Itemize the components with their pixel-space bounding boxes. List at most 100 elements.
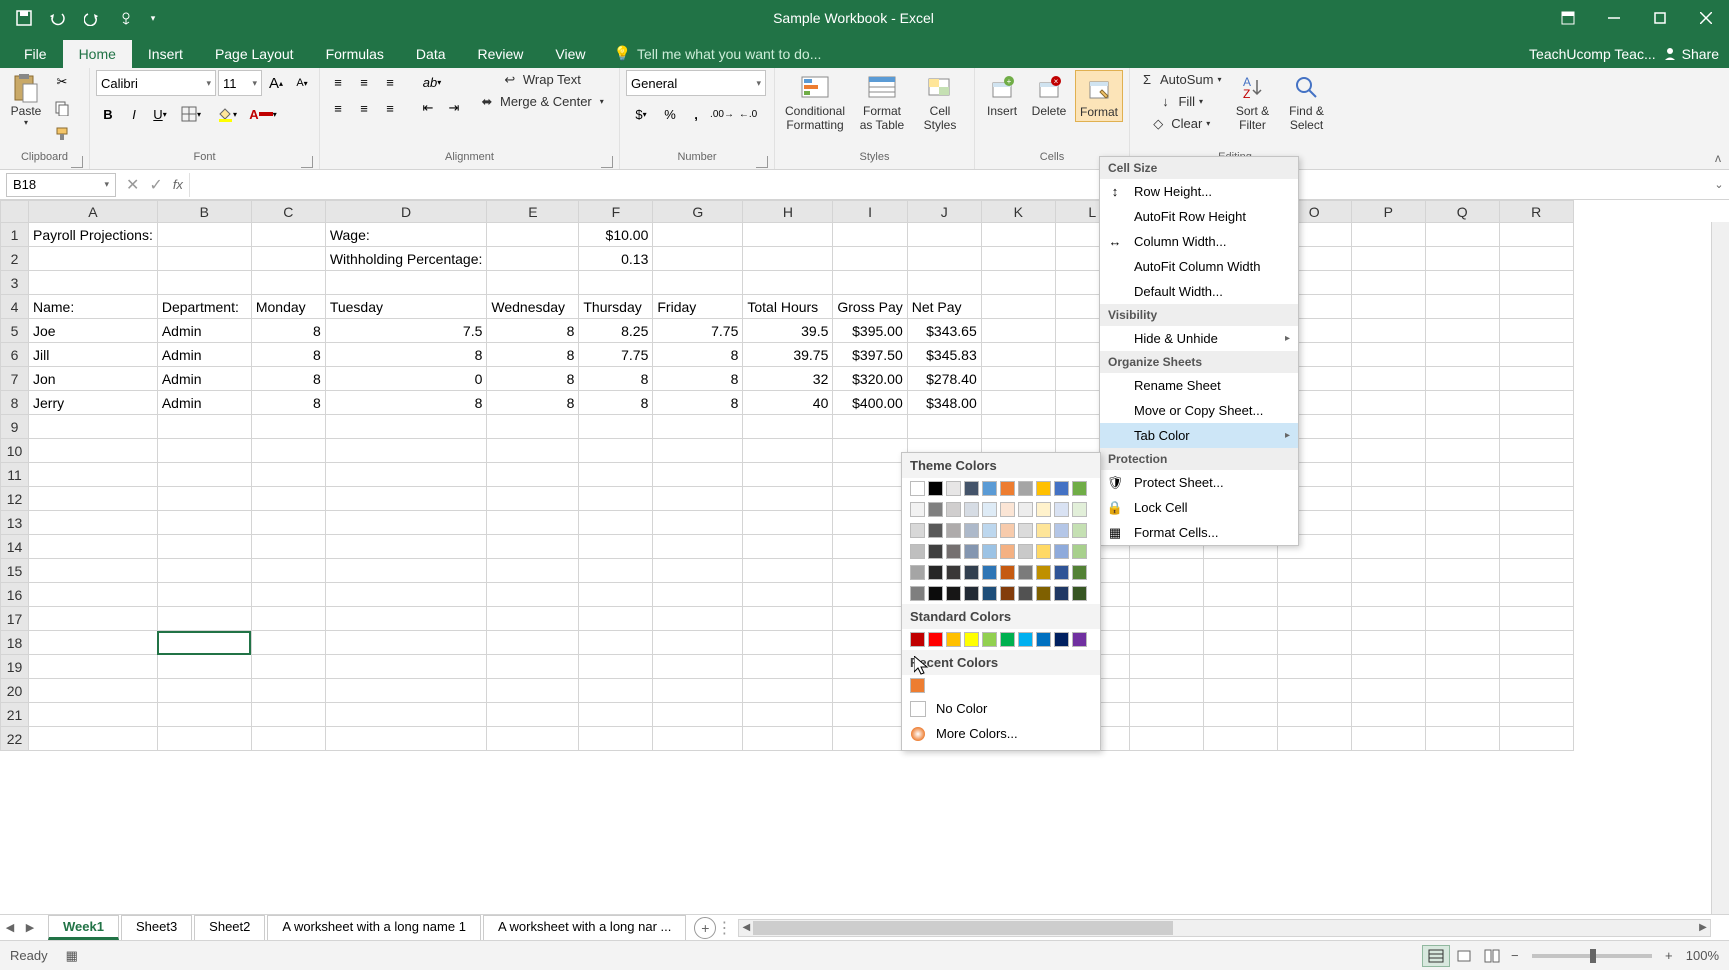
- cell[interactable]: [29, 703, 158, 727]
- color-swatch[interactable]: [910, 523, 925, 538]
- cell[interactable]: [157, 703, 251, 727]
- cell[interactable]: [833, 463, 907, 487]
- cell[interactable]: [487, 223, 579, 247]
- cell[interactable]: [653, 583, 743, 607]
- cell[interactable]: [325, 463, 487, 487]
- cell[interactable]: [1351, 487, 1425, 511]
- cell[interactable]: [1425, 367, 1499, 391]
- increase-indent-button[interactable]: ⇥: [442, 96, 466, 120]
- autosum-button[interactable]: ΣAutoSum▾: [1136, 70, 1224, 90]
- cell[interactable]: $348.00: [907, 391, 981, 415]
- cell[interactable]: 39.75: [743, 343, 833, 367]
- color-swatch[interactable]: [910, 678, 925, 693]
- cell[interactable]: [1351, 679, 1425, 703]
- cell[interactable]: Wednesday: [487, 295, 579, 319]
- cell[interactable]: [325, 607, 487, 631]
- cell[interactable]: [653, 223, 743, 247]
- cell[interactable]: $397.50: [833, 343, 907, 367]
- color-swatch[interactable]: [928, 544, 943, 559]
- wrap-text-button[interactable]: ↩Wrap Text: [476, 70, 606, 90]
- cell[interactable]: [325, 559, 487, 583]
- cell[interactable]: [653, 727, 743, 751]
- cell[interactable]: Net Pay: [907, 295, 981, 319]
- cell[interactable]: Admin: [157, 391, 251, 415]
- cell[interactable]: [251, 463, 325, 487]
- increase-decimal-button[interactable]: .00→: [710, 102, 734, 126]
- save-button[interactable]: [8, 4, 40, 32]
- cell[interactable]: Admin: [157, 319, 251, 343]
- row-header[interactable]: 3: [1, 271, 29, 295]
- color-swatch[interactable]: [946, 544, 961, 559]
- cell[interactable]: [1203, 607, 1277, 631]
- cell[interactable]: [1499, 703, 1573, 727]
- cell[interactable]: 8: [251, 367, 325, 391]
- cell[interactable]: [653, 655, 743, 679]
- cell[interactable]: Jill: [29, 343, 158, 367]
- cell[interactable]: [487, 703, 579, 727]
- tab-file[interactable]: File: [8, 40, 63, 68]
- cell[interactable]: [579, 487, 653, 511]
- cell[interactable]: [251, 727, 325, 751]
- color-swatch[interactable]: [1036, 481, 1051, 496]
- row-header[interactable]: 22: [1, 727, 29, 751]
- color-swatch[interactable]: [964, 632, 979, 647]
- insert-cells-button[interactable]: +Insert: [981, 70, 1023, 120]
- color-swatch[interactable]: [982, 586, 997, 601]
- color-swatch[interactable]: [1000, 544, 1015, 559]
- cell[interactable]: [653, 679, 743, 703]
- cell[interactable]: [1351, 223, 1425, 247]
- copy-button[interactable]: [50, 96, 74, 120]
- row-header[interactable]: 6: [1, 343, 29, 367]
- cell[interactable]: 40: [743, 391, 833, 415]
- macro-record-icon[interactable]: ▦: [66, 948, 78, 964]
- cell[interactable]: [833, 511, 907, 535]
- cell[interactable]: [1499, 295, 1573, 319]
- color-swatch[interactable]: [1036, 632, 1051, 647]
- decrease-font-button[interactable]: A▾: [290, 71, 314, 95]
- decrease-indent-button[interactable]: ⇤: [416, 96, 440, 120]
- cell[interactable]: [325, 439, 487, 463]
- cell[interactable]: [1351, 583, 1425, 607]
- cell[interactable]: 7.5: [325, 319, 487, 343]
- row-header[interactable]: 14: [1, 535, 29, 559]
- cell[interactable]: [833, 223, 907, 247]
- cell[interactable]: 8: [325, 343, 487, 367]
- color-swatch[interactable]: [928, 523, 943, 538]
- menu-default-width[interactable]: Default Width...: [1100, 279, 1298, 304]
- row-header[interactable]: 7: [1, 367, 29, 391]
- cell[interactable]: 8: [579, 367, 653, 391]
- color-swatch[interactable]: [1054, 481, 1069, 496]
- color-swatch[interactable]: [1072, 523, 1087, 538]
- cell[interactable]: [833, 559, 907, 583]
- cell[interactable]: [579, 511, 653, 535]
- cell[interactable]: [1351, 631, 1425, 655]
- cell[interactable]: 8: [653, 343, 743, 367]
- cell[interactable]: $343.65: [907, 319, 981, 343]
- cell[interactable]: [29, 583, 158, 607]
- cell[interactable]: [1425, 247, 1499, 271]
- cell[interactable]: [251, 559, 325, 583]
- zoom-slider[interactable]: [1532, 954, 1652, 958]
- cell[interactable]: [1425, 487, 1499, 511]
- cell[interactable]: [981, 247, 1055, 271]
- cell[interactable]: [157, 727, 251, 751]
- column-header[interactable]: A: [29, 201, 158, 223]
- paste-button[interactable]: Paste▾: [6, 70, 46, 130]
- cell[interactable]: [1351, 367, 1425, 391]
- cell[interactable]: [29, 439, 158, 463]
- cell[interactable]: [743, 631, 833, 655]
- color-swatch[interactable]: [1036, 523, 1051, 538]
- cell[interactable]: [487, 727, 579, 751]
- cell[interactable]: [1499, 631, 1573, 655]
- align-top-button[interactable]: ≡: [326, 70, 350, 94]
- cell[interactable]: [579, 559, 653, 583]
- tab-data[interactable]: Data: [400, 40, 462, 68]
- cell[interactable]: [579, 535, 653, 559]
- cell[interactable]: [1351, 703, 1425, 727]
- cell[interactable]: [981, 415, 1055, 439]
- alignment-launcher[interactable]: [601, 156, 613, 168]
- color-swatch[interactable]: [1000, 502, 1015, 517]
- cell[interactable]: [743, 607, 833, 631]
- cell[interactable]: $395.00: [833, 319, 907, 343]
- cell[interactable]: [907, 415, 981, 439]
